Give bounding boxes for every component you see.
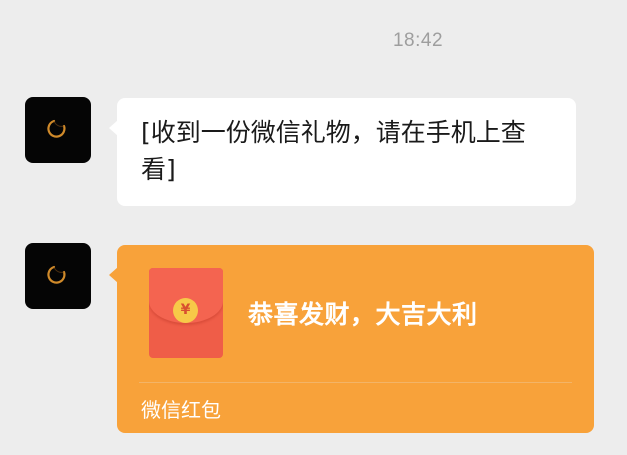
crescent-icon <box>47 265 66 284</box>
red-packet-greeting: 恭喜发财，大吉大利 <box>248 300 478 329</box>
message-timestamp: 18:42 <box>392 30 444 51</box>
coin-icon: ¥ <box>173 298 198 323</box>
message-bubble-text[interactable]: [收到一份微信礼物，请在手机上查看] <box>109 98 576 206</box>
red-packet-label: 微信红包 <box>141 398 221 422</box>
message-text: [收到一份微信礼物，请在手机上查看] <box>141 118 526 184</box>
crescent-icon <box>47 119 66 138</box>
sender-avatar[interactable] <box>25 97 91 163</box>
red-packet-card[interactable]: ¥ 恭喜发财，大吉大利 微信红包 <box>109 245 594 433</box>
sender-avatar[interactable] <box>25 243 91 309</box>
red-envelope-icon: ¥ <box>149 268 223 358</box>
divider <box>139 382 572 383</box>
